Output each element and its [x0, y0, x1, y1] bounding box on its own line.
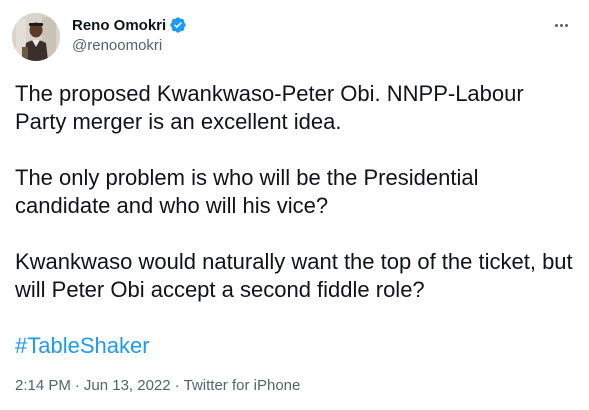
tweet-source[interactable]: Twitter for iPhone	[184, 377, 301, 394]
display-name[interactable]: Reno Omokri	[72, 17, 166, 34]
tweet-paragraph: The only problem is who will be the Pres…	[15, 165, 479, 218]
meta-separator: ·	[74, 377, 80, 394]
dot	[564, 23, 568, 27]
hashtag-link[interactable]: #TableShaker	[15, 332, 150, 360]
meta-separator: ·	[174, 377, 180, 394]
tweet-paragraph: Kwankwaso would naturally want the top o…	[15, 249, 573, 302]
tweet-header: Reno Omokri @renoomokri	[12, 13, 577, 63]
tweet-time[interactable]: 2:14 PM	[15, 377, 71, 394]
verified-badge-icon	[169, 16, 187, 34]
author-handle[interactable]: @renoomokri	[72, 37, 187, 54]
dot	[554, 23, 558, 27]
tweet-date[interactable]: Jun 13, 2022	[84, 377, 171, 394]
author-names: Reno Omokri @renoomokri	[72, 15, 187, 54]
tweet-text: The proposed Kwankwaso-Peter Obi. NNPP-L…	[15, 80, 575, 360]
dot	[559, 23, 563, 27]
more-options-icon[interactable]	[549, 15, 573, 35]
avatar[interactable]	[12, 13, 60, 61]
tweet-meta: 2:14 PM · Jun 13, 2022 · Twitter for iPhone	[15, 377, 300, 394]
tweet-paragraph: The proposed Kwankwaso-Peter Obi. NNPP-L…	[15, 81, 524, 134]
tweet-card: Reno Omokri @renoomokri The proposed Kwa…	[0, 0, 589, 410]
display-name-row: Reno Omokri	[72, 15, 187, 35]
